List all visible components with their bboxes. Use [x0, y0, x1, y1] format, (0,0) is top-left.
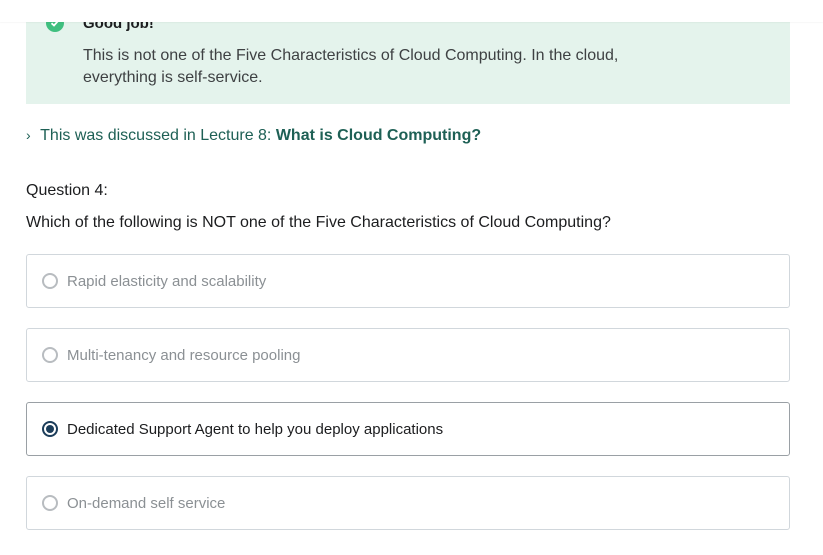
- feedback-message: This is not one of the Five Characterist…: [83, 47, 619, 86]
- answer-option-selected[interactable]: Dedicated Support Agent to help you depl…: [26, 402, 790, 456]
- lecture-reference-link[interactable]: › This was discussed in Lecture 8: What …: [26, 127, 481, 145]
- answer-option[interactable]: Multi-tenancy and resource pooling: [26, 328, 790, 382]
- answer-option[interactable]: Rapid elasticity and scalability: [26, 254, 790, 308]
- answer-option-label: Rapid elasticity and scalability: [67, 273, 267, 290]
- answer-option-label: On-demand self service: [67, 495, 226, 512]
- question-number: Question 4:: [26, 182, 108, 199]
- radio-button-selected[interactable]: [42, 421, 58, 437]
- lecture-title[interactable]: What is Cloud Computing?: [276, 127, 481, 144]
- question-text: Which of the following is NOT one of the…: [26, 214, 611, 231]
- radio-button[interactable]: [42, 273, 58, 289]
- answer-option-label: Dedicated Support Agent to help you depl…: [67, 421, 444, 438]
- chevron-right-icon: ›: [26, 127, 31, 143]
- lecture-prefix: This was discussed in Lecture 8:: [40, 127, 272, 144]
- answer-option[interactable]: On-demand self service: [26, 476, 790, 530]
- radio-button[interactable]: [42, 347, 58, 363]
- top-bar: [0, 0, 823, 22]
- answer-option-label: Multi-tenancy and resource pooling: [67, 347, 301, 364]
- radio-button[interactable]: [42, 495, 58, 511]
